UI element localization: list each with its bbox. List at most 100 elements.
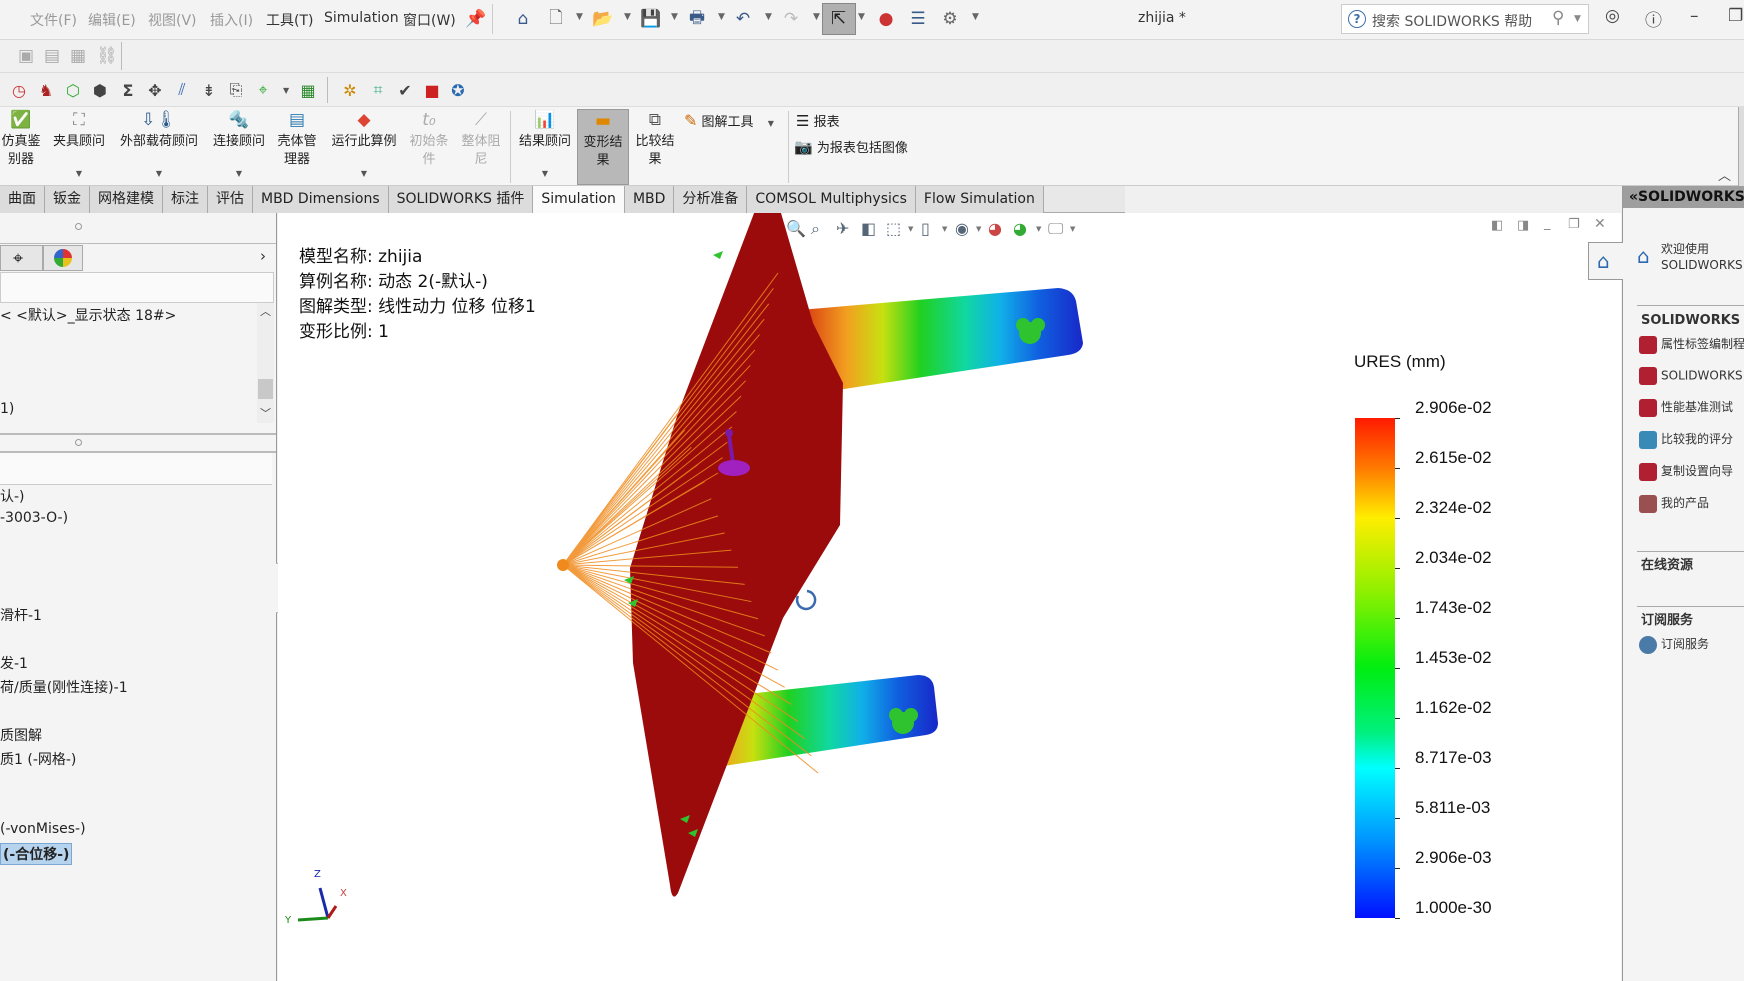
restore-icon[interactable]: ❐ bbox=[1728, 6, 1743, 26]
tool-solidworks-rx[interactable]: SOLIDWORKS bbox=[1639, 367, 1743, 385]
faded-tool-icon[interactable]: ▦ bbox=[70, 46, 86, 66]
simulation-evaluator-button[interactable]: ✅ 仿真鉴别器 bbox=[0, 109, 42, 185]
minimize-icon[interactable]: _ bbox=[1544, 216, 1551, 231]
subscription-services-item[interactable]: 订阅服务 bbox=[1639, 635, 1709, 654]
scrollbar[interactable]: ︿ ﹀ bbox=[257, 303, 274, 423]
document-icon[interactable]: ⎘ bbox=[224, 78, 248, 102]
options-icon[interactable]: ⚙ bbox=[937, 6, 963, 32]
tab-sheet-metal[interactable]: 钣金 bbox=[45, 186, 90, 213]
tool-benchmark[interactable]: 性能基准测试 bbox=[1639, 398, 1733, 417]
chevron-down-icon[interactable]: ▼ bbox=[718, 12, 725, 22]
filter-input[interactable] bbox=[0, 272, 274, 303]
chevron-down-icon[interactable]: ▼ bbox=[765, 12, 772, 22]
tool-copy-settings-wizard[interactable]: 复制设置向导 bbox=[1639, 462, 1733, 481]
new-document-icon[interactable]: 🗋 bbox=[543, 6, 569, 32]
chevron-down-icon[interactable]: ▼ bbox=[768, 119, 774, 128]
tab-evaluate[interactable]: 评估 bbox=[208, 186, 253, 213]
menu-file[interactable]: 文件(F) bbox=[30, 10, 77, 30]
tree-item-selected[interactable]: (-合位移-) bbox=[0, 843, 73, 865]
tile-right-icon[interactable]: ◨ bbox=[1517, 218, 1529, 233]
search-icon[interactable]: ⚲ bbox=[1552, 8, 1564, 28]
report-button[interactable]: ☰ 报表 bbox=[796, 111, 840, 130]
initial-conditions-button[interactable]: t₀ 初始条件 bbox=[406, 109, 452, 185]
stop-icon[interactable]: ■ bbox=[420, 78, 444, 102]
undo-icon[interactable]: ↶ bbox=[730, 6, 756, 32]
chevron-down-icon[interactable]: ▼ bbox=[1574, 14, 1581, 24]
menu-simulation[interactable]: Simulation bbox=[324, 10, 399, 26]
tree-item[interactable]: 质图解 bbox=[0, 725, 42, 745]
scroll-up-icon[interactable]: ︿ bbox=[260, 303, 271, 319]
chevron-right-icon[interactable]: › bbox=[260, 247, 266, 265]
select-button[interactable]: ⇱ bbox=[822, 3, 856, 35]
tree-item[interactable]: 滑杆-1 bbox=[0, 605, 42, 625]
scrollbar[interactable] bbox=[1738, 107, 1744, 187]
chevron-down-icon[interactable]: ▼ bbox=[210, 169, 268, 179]
menu-insert[interactable]: 插入(I) bbox=[210, 10, 253, 30]
pin-icon[interactable]: 📌 bbox=[463, 6, 489, 32]
save-icon[interactable]: 💾 bbox=[638, 6, 664, 32]
tree-item[interactable]: 发-1 bbox=[0, 653, 28, 673]
mesh-icon[interactable]: ⌗ bbox=[366, 78, 390, 102]
external-load-advisor-button[interactable]: ⇩🌡 外部载荷顾问 ▼ bbox=[116, 109, 202, 185]
global-damping-button[interactable]: ⟋ 整体阻尼 bbox=[458, 109, 504, 185]
tab-mesh-modeling[interactable]: 网格建模 bbox=[90, 186, 163, 213]
faded-tool-icon[interactable]: ▤ bbox=[44, 46, 60, 66]
cube-icon[interactable]: ⬢ bbox=[88, 78, 112, 102]
rebuild-icon[interactable]: ● bbox=[873, 6, 899, 32]
home-icon[interactable]: ⌂ bbox=[510, 6, 536, 32]
chevron-down-icon[interactable]: ▼ bbox=[624, 12, 631, 22]
chevron-down-icon[interactable]: ▼ bbox=[327, 169, 401, 179]
tab-solidworks-addins[interactable]: SOLIDWORKS 插件 bbox=[388, 186, 534, 213]
shell-manager-button[interactable]: ▤ 壳体管理器 bbox=[275, 109, 319, 185]
rotate-indicator-icon[interactable] bbox=[795, 589, 817, 611]
tool-property-tab-builder[interactable]: 属性标签编制程 bbox=[1639, 335, 1744, 354]
print-icon[interactable]: 🖶 bbox=[684, 6, 710, 32]
include-image-button[interactable]: 📷 为报表包括图像 bbox=[794, 137, 908, 156]
splitter-handle[interactable] bbox=[75, 439, 82, 446]
redo-icon[interactable]: ↷ bbox=[778, 6, 804, 32]
close-icon[interactable]: ✕ bbox=[1594, 216, 1606, 232]
graphics-viewport[interactable]: 🔍 ⌕ ✈ ◧ ⬚ ▼ ▯ ▼ ◉ ▼ ◕ ◕ ▼ 🖵 ▼ ◧ ◨ _ ❐ ✕ … bbox=[278, 213, 1621, 981]
chevron-down-icon[interactable]: ▼ bbox=[116, 169, 202, 179]
tab-markup[interactable]: 标注 bbox=[163, 186, 208, 213]
gauge-icon[interactable]: ◷ bbox=[7, 78, 31, 102]
cube-check-icon[interactable]: ⬡ bbox=[61, 78, 85, 102]
tab-mbd-dimensions[interactable]: MBD Dimensions bbox=[253, 186, 389, 213]
tab-comsol[interactable]: COMSOL Multiphysics bbox=[747, 186, 916, 213]
compare-results-button[interactable]: ⧉ 比较结果 bbox=[632, 109, 678, 185]
help-icon[interactable]: ⓘ bbox=[1645, 6, 1662, 31]
tab-mbd[interactable]: MBD bbox=[624, 186, 675, 213]
plot-icon[interactable]: ✲ bbox=[338, 78, 362, 102]
probe-icon[interactable]: ⌖ bbox=[251, 78, 275, 102]
display-manager-tab[interactable] bbox=[43, 245, 83, 271]
model-render[interactable]: Z Y X bbox=[278, 213, 1378, 981]
globe-icon[interactable]: ✪ bbox=[446, 78, 470, 102]
tab-flow-simulation[interactable]: Flow Simulation bbox=[915, 186, 1044, 213]
menu-tools[interactable]: 工具(T) bbox=[266, 10, 313, 30]
chevron-down-icon[interactable]: ▼ bbox=[813, 12, 820, 22]
menu-window[interactable]: 窗口(W) bbox=[403, 10, 456, 30]
move-icon[interactable]: ✥ bbox=[143, 78, 167, 102]
tool-my-products[interactable]: 我的产品 bbox=[1639, 494, 1709, 513]
tile-left-icon[interactable]: ◧ bbox=[1491, 218, 1503, 233]
chevron-down-icon[interactable]: ▼ bbox=[515, 169, 575, 179]
sum-icon[interactable]: Σ bbox=[116, 78, 140, 102]
faded-tool-icon[interactable]: ▣ bbox=[18, 46, 34, 66]
tab-simulation[interactable]: Simulation bbox=[533, 186, 625, 213]
faded-tool-icon[interactable]: ⛓ bbox=[96, 46, 118, 66]
check-icon[interactable]: ✔ bbox=[393, 78, 417, 102]
chevron-down-icon[interactable]: ▼ bbox=[972, 12, 979, 22]
tool-compare-score[interactable]: 比较我的评分 bbox=[1639, 430, 1733, 449]
collapse-ribbon-icon[interactable]: ︿ bbox=[1718, 165, 1731, 184]
tree-item[interactable]: 认-) bbox=[0, 486, 25, 506]
deformed-result-button[interactable]: ▬ 变形结果 bbox=[577, 109, 629, 185]
file-properties-icon[interactable]: ☰ bbox=[905, 6, 931, 32]
chevron-down-icon[interactable]: ▼ bbox=[576, 12, 583, 22]
plot-tools-button[interactable]: ✎ 图解工具 ▼ bbox=[684, 111, 774, 130]
menu-view[interactable]: 视图(V) bbox=[148, 10, 197, 30]
study-filter-input[interactable] bbox=[0, 453, 272, 485]
chevron-down-icon[interactable]: ▼ bbox=[671, 12, 678, 22]
property-manager-tab[interactable]: ⌖ bbox=[0, 245, 43, 271]
load-icon[interactable]: ⇟ bbox=[197, 78, 221, 102]
tree-item[interactable]: 荷/质量(刚性连接)-1 bbox=[0, 677, 128, 697]
